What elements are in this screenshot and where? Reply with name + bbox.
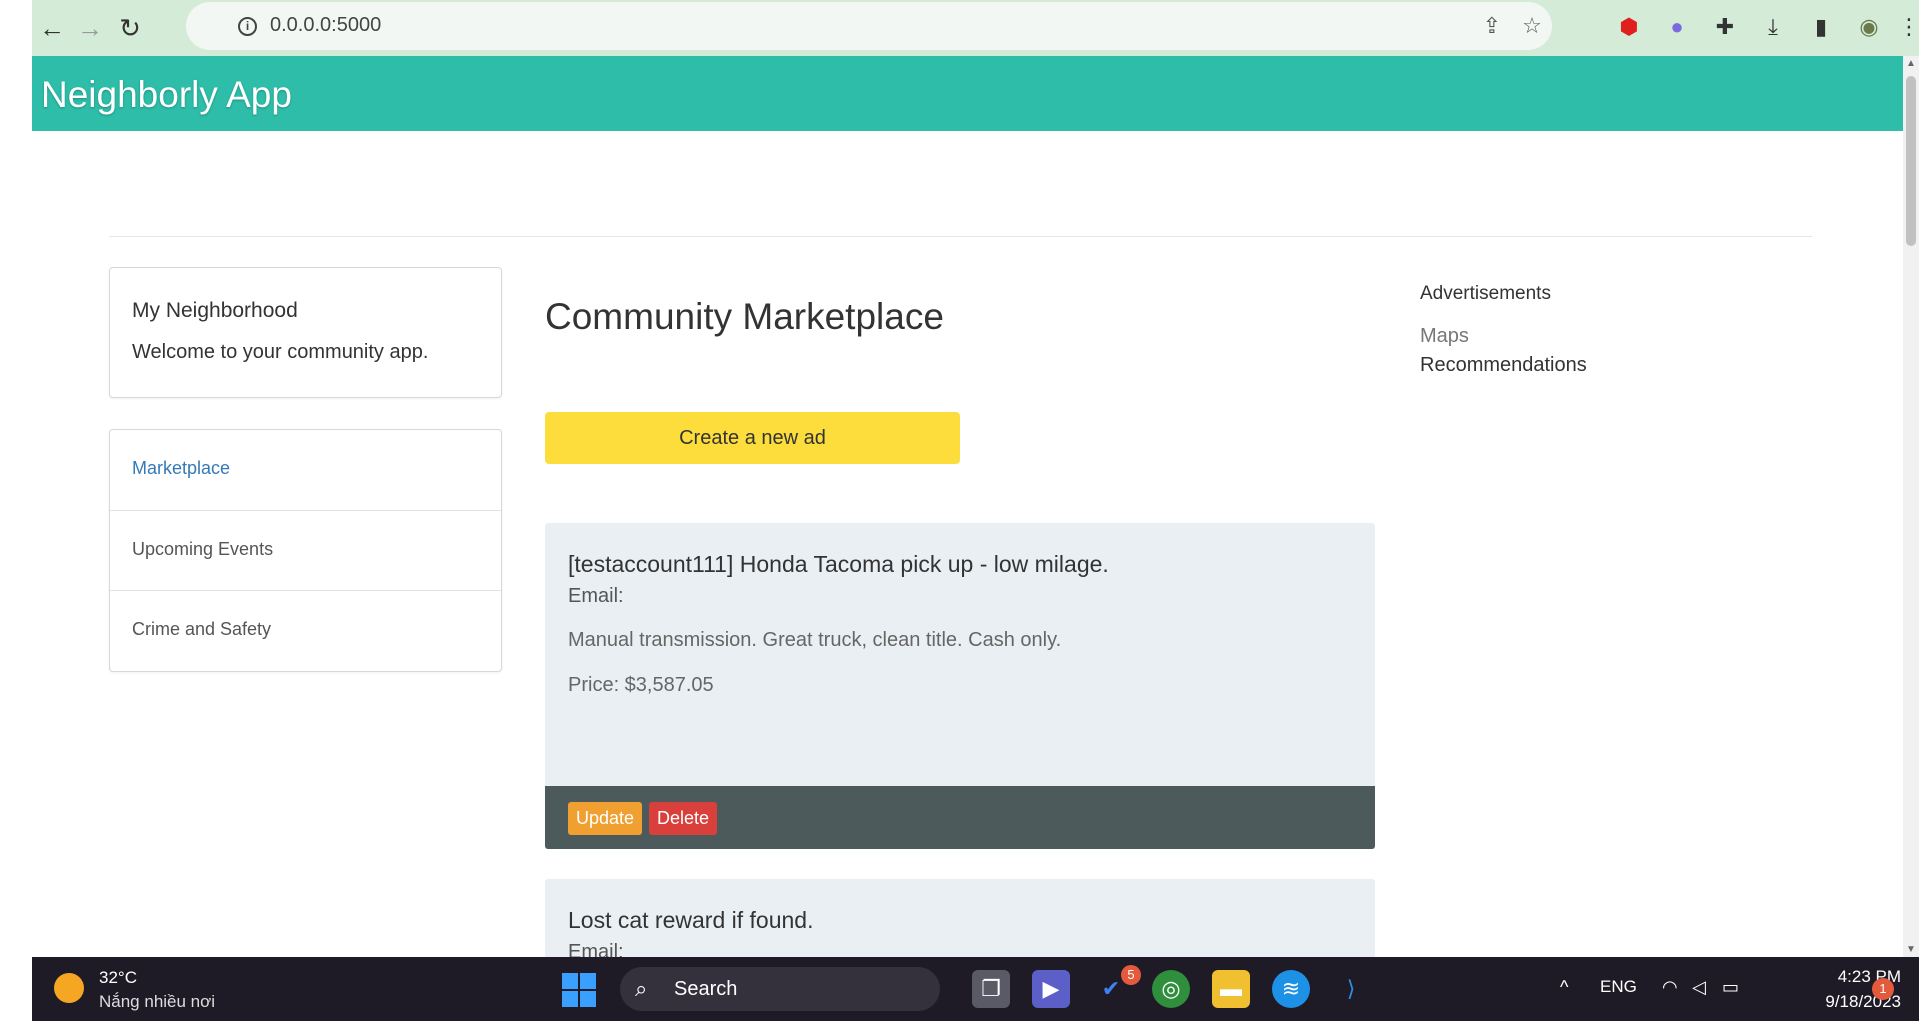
- download-icon[interactable]: ⤓: [1756, 10, 1790, 44]
- extensions-puzzle-icon[interactable]: ✚: [1708, 10, 1742, 44]
- reload-icon[interactable]: ↻: [110, 8, 150, 48]
- sidebar-item-marketplace[interactable]: Marketplace: [110, 430, 501, 510]
- update-button[interactable]: Update: [568, 802, 642, 835]
- ad-title: Lost cat reward if found.: [568, 907, 814, 933]
- ad-description: Manual transmission. Great truck, clean …: [568, 629, 1062, 651]
- sidebar-item-upcoming-events[interactable]: Upcoming Events: [110, 510, 501, 590]
- notification-badge[interactable]: 1: [1872, 978, 1894, 1000]
- weather-sun-icon[interactable]: [54, 973, 84, 1003]
- windows-taskbar: 32°C Nắng nhiều nơi ⌕ Search ❐ ▶ ✔ 5 ◎ ▬…: [32, 957, 1919, 1021]
- sidebar-nav: Marketplace Upcoming Events Crime and Sa…: [109, 429, 502, 672]
- ad-price: Price: $3,587.05: [568, 674, 714, 696]
- page-viewport: Neighborly App My Neighborhood Welcome t…: [32, 56, 1903, 957]
- neighborhood-card: My Neighborhood Welcome to your communit…: [109, 267, 502, 398]
- delete-button[interactable]: Delete: [649, 802, 717, 835]
- profile-extension-icon[interactable]: ●: [1660, 10, 1694, 44]
- sidebar-item-crime-and-safety[interactable]: Crime and Safety: [110, 590, 501, 670]
- neighborhood-title: My Neighborhood: [132, 299, 298, 322]
- avatar[interactable]: ◉: [1852, 10, 1886, 44]
- ad-email: Email:: [568, 585, 624, 607]
- volume-icon[interactable]: ◁: [1692, 977, 1706, 998]
- weather-description[interactable]: Nắng nhiều nơi: [99, 992, 215, 1012]
- ad-title: [testaccount111] Honda Tacoma pick up - …: [568, 551, 1109, 577]
- browser-toolbar: ← → ↻ i 0.0.0.0:5000 ⇪ ☆ ⬢ ● ✚ ⤓ ▮ ◉ ⋮: [32, 0, 1919, 56]
- side-panel-icon[interactable]: ▮: [1804, 10, 1838, 44]
- language-indicator[interactable]: ENG: [1600, 977, 1637, 997]
- wifi-icon[interactable]: ◠: [1662, 977, 1678, 998]
- teams-icon[interactable]: ▶: [1032, 970, 1070, 1008]
- page-scrollbar[interactable]: ▲ ▼: [1903, 56, 1919, 957]
- ad-actions: Update Delete: [545, 786, 1375, 849]
- back-icon[interactable]: ←: [32, 8, 72, 48]
- todo-badge: 5: [1121, 965, 1141, 985]
- url-text[interactable]: 0.0.0.0:5000: [270, 14, 381, 37]
- maps-link[interactable]: Maps: [1420, 325, 1469, 348]
- share-icon[interactable]: ⇪: [1476, 10, 1508, 42]
- scroll-thumb[interactable]: [1906, 76, 1916, 246]
- menu-kebab-icon[interactable]: ⋮: [1892, 10, 1919, 44]
- info-icon[interactable]: i: [238, 17, 257, 36]
- windows-start-icon[interactable]: [562, 973, 596, 1007]
- create-ad-button[interactable]: Create a new ad: [545, 412, 960, 464]
- divider: [109, 236, 1812, 237]
- app-navbar: Neighborly App: [32, 56, 1903, 131]
- search-label: Search: [674, 978, 738, 1000]
- page-title: Community Marketplace: [545, 296, 944, 337]
- adblock-extension-icon[interactable]: ⬢: [1612, 10, 1646, 44]
- bookmark-star-icon[interactable]: ☆: [1516, 10, 1548, 42]
- docker-icon[interactable]: ≋: [1272, 970, 1310, 1008]
- search-icon: ⌕: [635, 976, 648, 1001]
- chrome-icon[interactable]: ◎: [1152, 970, 1190, 1008]
- ad-card: [testaccount111] Honda Tacoma pick up - …: [545, 523, 1375, 849]
- weather-temperature[interactable]: 32°C: [99, 968, 137, 988]
- address-bar[interactable]: i 0.0.0.0:5000 ⇪ ☆: [186, 2, 1552, 50]
- advertisements-heading: Advertisements: [1420, 283, 1551, 304]
- scroll-up-icon[interactable]: ▲: [1906, 58, 1916, 69]
- file-explorer-icon[interactable]: ▬: [1212, 970, 1250, 1008]
- task-view-icon[interactable]: ❐: [972, 970, 1010, 1008]
- ad-email: Email:: [568, 941, 624, 957]
- taskbar-search[interactable]: ⌕ Search: [620, 967, 940, 1011]
- scroll-down-icon[interactable]: ▼: [1906, 944, 1916, 955]
- ad-card: Lost cat reward if found. Email:: [545, 879, 1375, 957]
- forward-icon[interactable]: →: [70, 8, 110, 48]
- welcome-text: Welcome to your community app.: [132, 341, 429, 363]
- app-brand[interactable]: Neighborly App: [41, 74, 292, 116]
- tray-chevron-icon[interactable]: ^: [1560, 977, 1568, 998]
- vscode-icon[interactable]: ⟩: [1332, 970, 1370, 1008]
- battery-icon[interactable]: ▭: [1722, 977, 1739, 998]
- recommendations-link[interactable]: Recommendations: [1420, 354, 1587, 377]
